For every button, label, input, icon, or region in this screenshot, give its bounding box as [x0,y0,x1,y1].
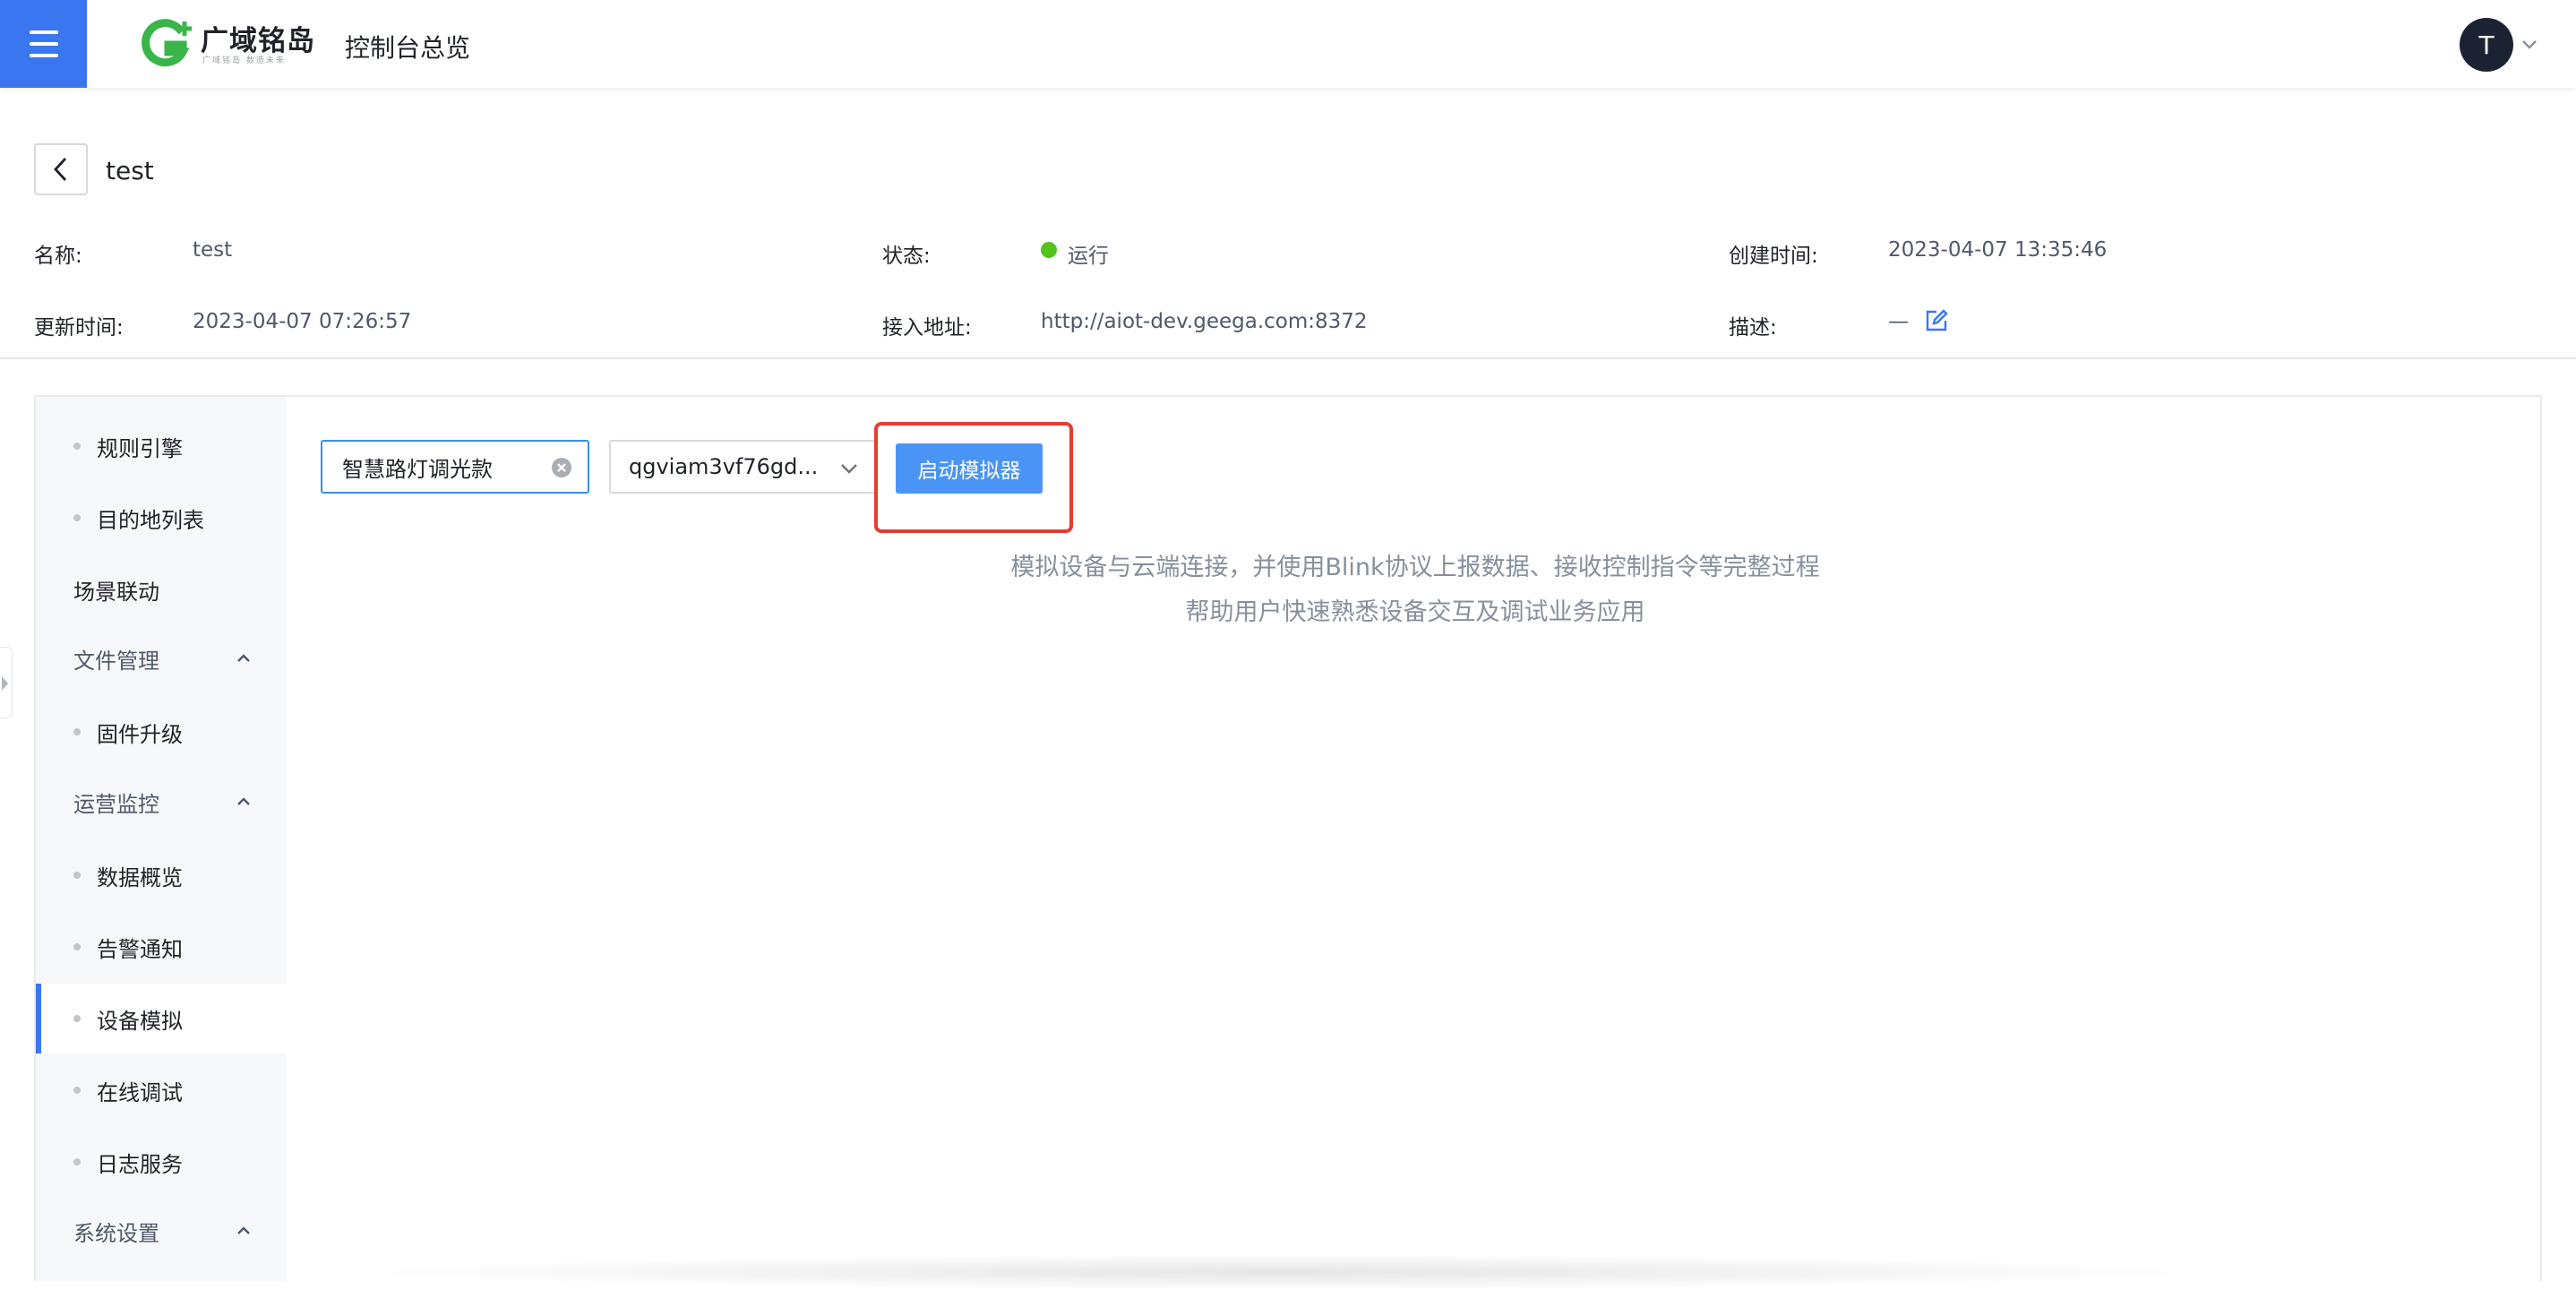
sidebar-group-label: 系统设置 [73,1220,159,1246]
simulator-description-line2: 帮助用户快速熟悉设备交互及调试业务应用 [1185,598,1645,626]
sidebar-item-label: 在线调试 [97,1079,183,1105]
sidebar-item-destinations[interactable]: 目的地列表 [36,483,287,553]
bullet-icon [73,1158,81,1165]
menu-button[interactable] [0,0,87,88]
created-time-value: 2023-04-07 13:35:46 [1888,238,2108,262]
name-label: 名称: [34,245,82,268]
bullet-icon [73,943,81,950]
sidebar-item-label: 设备模拟 [97,1008,183,1034]
bottom-shadow [340,1254,2221,1290]
created-time-label: 创建时间: [1729,245,1818,268]
console-title[interactable]: 控制台总览 [345,29,470,64]
chevron-up-icon [237,1226,250,1234]
description-label: 描述: [1729,316,1777,340]
status-value: 运行 [1068,245,1109,268]
bullet-icon [73,1087,81,1094]
menu-icon-bar [29,30,58,34]
collapse-handle[interactable] [0,647,13,718]
sidebar-item-label: 场景联动 [73,579,159,605]
sidebar-item-label: 目的地列表 [97,507,204,533]
name-value: test [193,238,233,262]
sidebar-item-label: 数据概览 [97,864,183,890]
sidebar-group-label: 运营监控 [73,791,159,817]
device-select[interactable]: qgviam3vf76gd... [609,440,878,494]
brand-title: 广域铭岛 [201,25,315,57]
menu-icon-bar [29,54,58,57]
sidebar-item-rule-engine[interactable]: 规则引擎 [36,411,287,481]
sidebar-item-label: 告警通知 [97,936,183,962]
sidebar-item-label: 规则引擎 [97,435,183,461]
sidebar-item-online-debug[interactable]: 在线调试 [36,1055,287,1125]
avatar-initial: T [2478,30,2494,60]
sidebar-group-operations-monitoring[interactable]: 运营监控 [36,767,287,837]
chevron-up-icon [237,797,250,805]
endpoint-label: 接入地址: [882,316,972,340]
device-select-value: qgviam3vf76gd... [629,454,819,479]
sidebar-item-device-simulation[interactable]: 设备模拟 [36,984,287,1054]
updated-time-label: 更新时间: [34,316,124,340]
back-button[interactable] [34,143,88,195]
page-title: test [106,156,154,185]
status-label: 状态: [882,245,931,268]
simulator-description-line1: 模拟设备与云端连接，并使用Blink协议上报数据、接收控制指令等完整过程 [1010,554,1820,581]
brand-subtitle: 广域铭岛 数造未来 [202,56,286,65]
bullet-icon [73,1015,81,1022]
bullet-icon [73,728,81,735]
clear-icon[interactable] [550,456,573,479]
caret-right-icon [2,676,8,691]
chevron-up-icon [237,654,250,662]
top-bar: 广域铭岛 广域铭岛 数造未来 控制台总览 T [0,0,2576,88]
sidebar-item-scene-linkage[interactable]: 场景联动 [36,555,287,624]
main-panel: 规则引擎 目的地列表 场景联动 文件管理 固件升级 运营监控 数据概览 告警通知… [34,395,2542,1281]
sidebar-item-alert-notification[interactable]: 告警通知 [36,912,287,982]
sidebar-group-file-management[interactable]: 文件管理 [36,624,287,693]
sidebar-group-label: 文件管理 [73,648,159,674]
sidebar-item-label: 日志服务 [97,1151,183,1177]
sidebar-item-label: 固件升级 [97,721,183,747]
start-simulator-button[interactable]: 启动模拟器 [896,443,1043,494]
product-select-input[interactable]: 智慧路灯调光款 [321,440,589,494]
bullet-icon [73,443,81,450]
bullet-icon [73,872,81,879]
chevron-down-icon[interactable] [2519,34,2540,56]
sidebar-item-data-overview[interactable]: 数据概览 [36,840,287,910]
divider [0,357,2576,359]
chevron-left-icon [54,158,67,181]
sidebar-group-system-settings[interactable]: 系统设置 [36,1196,287,1266]
edit-icon[interactable] [1924,308,1949,333]
bullet-icon [73,514,81,521]
updated-time-value: 2023-04-07 07:26:57 [193,310,412,333]
sidebar-item-firmware-upgrade[interactable]: 固件升级 [36,697,287,767]
product-select-value: 智慧路灯调光款 [342,456,493,482]
sidebar: 规则引擎 目的地列表 场景联动 文件管理 固件升级 运营监控 数据概览 告警通知… [36,397,287,1281]
endpoint-value: http://aiot-dev.geega.com:8372 [1041,310,1368,333]
status-dot-icon [1041,242,1057,258]
avatar[interactable]: T [2460,18,2513,72]
sidebar-item-log-service[interactable]: 日志服务 [36,1127,287,1197]
menu-icon-bar [29,42,58,46]
chevron-down-icon [841,464,857,474]
description-value: — [1888,310,1909,333]
